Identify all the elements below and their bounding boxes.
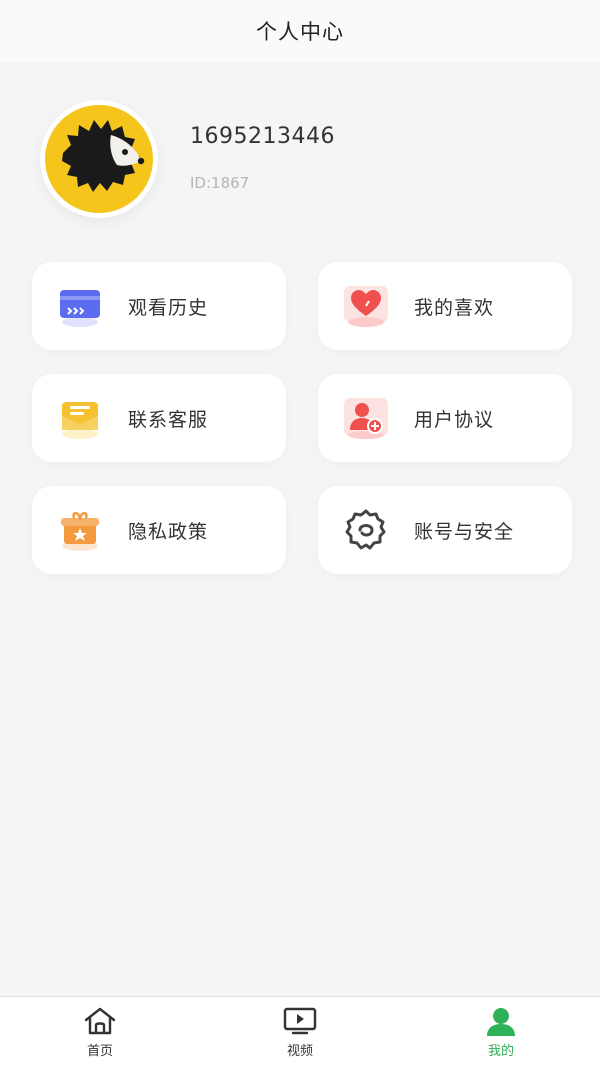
my-favorites-label: 我的喜欢 — [414, 296, 495, 319]
tv-icon — [283, 1007, 317, 1035]
username: 1695213446 — [190, 124, 335, 149]
user-agreement-card[interactable]: 用户协议 — [318, 374, 572, 462]
avatar[interactable] — [40, 100, 158, 218]
history-icon — [60, 290, 100, 327]
my-favorites-card[interactable]: 我的喜欢 — [318, 262, 572, 350]
gift-box-icon — [61, 511, 99, 551]
tab-mine[interactable]: 我的 — [441, 997, 561, 1067]
watch-history-card[interactable]: 观看历史 — [32, 262, 286, 350]
tab-home[interactable]: 首页 — [40, 997, 160, 1067]
bottom-tab-bar: 首页 视频 我的 — [0, 996, 600, 1067]
account-security-label: 账号与安全 — [414, 520, 515, 543]
user-agreement-icon — [344, 398, 388, 439]
tab-video[interactable]: 视频 — [240, 997, 360, 1067]
profile-section: 1695213446 ID:1867 — [40, 100, 560, 220]
privacy-policy-label: 隐私政策 — [128, 520, 209, 543]
tab-mine-label: 我的 — [487, 1044, 514, 1059]
privacy-policy-card[interactable]: 隐私政策 — [32, 486, 286, 574]
tab-home-label: 首页 — [86, 1044, 113, 1059]
user-agreement-label: 用户协议 — [414, 408, 495, 431]
user-icon — [487, 1008, 515, 1036]
user-id: ID:1867 — [190, 174, 250, 192]
account-security-card[interactable]: 账号与安全 — [318, 486, 572, 574]
home-icon — [84, 1007, 116, 1035]
gear-icon — [345, 509, 386, 550]
page-header: 个人中心 — [0, 0, 600, 62]
watch-history-label: 观看历史 — [128, 296, 209, 319]
tab-video-label: 视频 — [286, 1044, 313, 1059]
page-title: 个人中心 — [256, 20, 344, 44]
hedgehog-avatar-icon — [45, 105, 153, 213]
contact-service-card[interactable]: 联系客服 — [32, 374, 286, 462]
mail-icon — [62, 402, 98, 439]
contact-service-label: 联系客服 — [128, 408, 209, 431]
heart-icon — [344, 286, 388, 327]
